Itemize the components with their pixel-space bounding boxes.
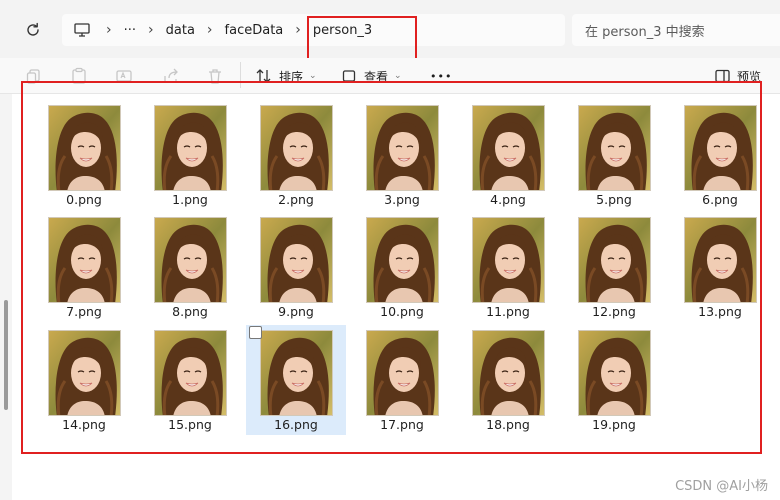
image-thumbnail — [472, 105, 545, 191]
file-name: 5.png — [596, 192, 632, 207]
image-thumbnail — [472, 217, 545, 303]
file-name: 3.png — [384, 192, 420, 207]
image-thumbnail — [154, 105, 227, 191]
image-thumbnail — [578, 105, 651, 191]
image-thumbnail — [260, 330, 333, 416]
watermark: CSDN @AI小杨 — [675, 479, 768, 494]
file-name: 8.png — [172, 304, 208, 319]
image-thumbnail — [48, 330, 121, 416]
file-item[interactable]: 3.png — [352, 100, 452, 210]
file-item[interactable]: 7.png — [34, 212, 134, 322]
file-name: 19.png — [592, 417, 636, 432]
file-item[interactable]: 5.png — [564, 100, 664, 210]
image-thumbnail — [154, 330, 227, 416]
file-item[interactable]: 0.png — [34, 100, 134, 210]
image-thumbnail — [366, 105, 439, 191]
file-grid: 0.png 1.png 2.png 3.png 4.png 5.png 6.pn… — [0, 0, 780, 500]
file-item[interactable]: 15.png — [140, 325, 240, 435]
file-name: 11.png — [486, 304, 530, 319]
select-checkbox[interactable] — [249, 326, 262, 339]
image-thumbnail — [154, 217, 227, 303]
file-name: 12.png — [592, 304, 636, 319]
file-item[interactable]: 12.png — [564, 212, 664, 322]
file-item[interactable]: 6.png — [670, 100, 770, 210]
image-thumbnail — [366, 217, 439, 303]
image-thumbnail — [366, 330, 439, 416]
file-item[interactable]: 2.png — [246, 100, 346, 210]
file-item[interactable]: 8.png — [140, 212, 240, 322]
file-item[interactable]: 17.png — [352, 325, 452, 435]
file-item[interactable]: 11.png — [458, 212, 558, 322]
file-name: 1.png — [172, 192, 208, 207]
image-thumbnail — [260, 217, 333, 303]
file-name: 2.png — [278, 192, 314, 207]
file-name: 15.png — [168, 417, 212, 432]
image-thumbnail — [48, 217, 121, 303]
file-item[interactable]: 10.png — [352, 212, 452, 322]
image-thumbnail — [260, 105, 333, 191]
file-name: 4.png — [490, 192, 526, 207]
image-thumbnail — [684, 217, 757, 303]
file-item[interactable]: 4.png — [458, 100, 558, 210]
file-name: 18.png — [486, 417, 530, 432]
file-item[interactable]: 18.png — [458, 325, 558, 435]
file-item[interactable]: 9.png — [246, 212, 346, 322]
file-name: 13.png — [698, 304, 742, 319]
file-name: 10.png — [380, 304, 424, 319]
file-name: 0.png — [66, 192, 102, 207]
file-name: 16.png — [274, 417, 318, 432]
image-thumbnail — [578, 330, 651, 416]
file-name: 6.png — [702, 192, 738, 207]
image-thumbnail — [472, 330, 545, 416]
file-name: 9.png — [278, 304, 314, 319]
file-item[interactable]: 1.png — [140, 100, 240, 210]
image-thumbnail — [48, 105, 121, 191]
file-item[interactable]: 16.png — [246, 325, 346, 435]
image-thumbnail — [578, 217, 651, 303]
file-item[interactable]: 13.png — [670, 212, 770, 322]
image-thumbnail — [684, 105, 757, 191]
file-name: 14.png — [62, 417, 106, 432]
file-name: 17.png — [380, 417, 424, 432]
file-item[interactable]: 19.png — [564, 325, 664, 435]
file-name: 7.png — [66, 304, 102, 319]
file-item[interactable]: 14.png — [34, 325, 134, 435]
